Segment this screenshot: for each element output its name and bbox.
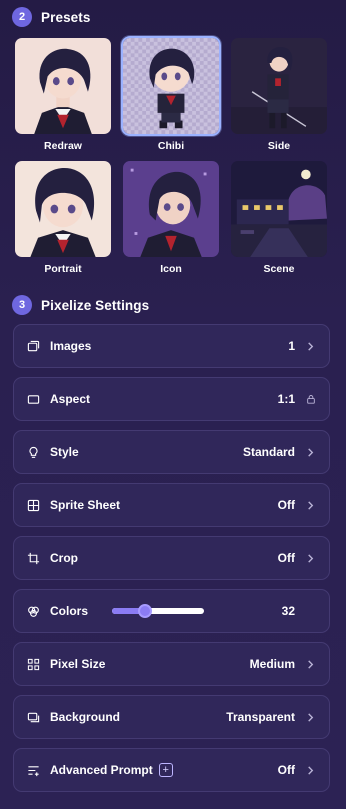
add-prompt-badge[interactable]: + [158,763,173,777]
setting-colors: Colors 32 [13,589,330,633]
background-icon [26,710,40,724]
preset-label: Side [267,140,291,152]
setting-label: Style [50,445,79,459]
setting-label: Aspect [50,392,91,406]
setting-value: 32 [281,604,295,618]
setting-style[interactable]: Style Standard [13,430,330,474]
aspect-icon [26,392,40,406]
preset-label: Icon [160,263,182,275]
colors-slider[interactable] [112,604,205,618]
preset-label: Scene [263,263,295,275]
section-title: Pixelize Settings [41,297,150,313]
setting-value: Off [277,551,295,565]
setting-label: Colors [50,604,89,618]
preset-thumbnail [13,159,113,259]
setting-sprite-sheet[interactable]: Sprite Sheet Off [13,483,330,527]
preset-label: Redraw [44,140,82,152]
setting-label: Crop [50,551,78,565]
setting-value: 1 [288,339,295,353]
setting-pixel-size[interactable]: Pixel Size Medium [13,642,330,686]
preset-label: Chibi [157,140,185,152]
preset-scene[interactable]: Scene [229,159,329,276]
section-title: Presets [41,9,91,25]
setting-crop[interactable]: Crop Off [13,536,330,580]
setting-value: Medium [249,657,295,671]
setting-label: Advanced Prompt [50,763,153,777]
setting-label: Pixel Size [50,657,106,671]
images-icon [26,339,40,353]
slider-handle[interactable] [138,604,153,618]
chevron-right-icon [303,551,317,565]
preset-chibi[interactable]: Chibi [121,36,221,153]
preset-thumbnail [13,36,113,136]
setting-value: Standard [242,445,295,459]
setting-value: Off [277,498,295,512]
setting-value: Off [277,763,295,777]
chevron-right-icon [303,763,317,777]
chevron-right-icon [303,498,317,512]
preset-thumbnail [121,159,221,259]
preset-portrait[interactable]: Portrait [13,159,113,276]
preset-redraw[interactable]: Redraw [13,36,113,153]
palette-icon [26,604,40,618]
chevron-right-icon [303,657,317,671]
preset-thumbnail [229,36,329,136]
lightbulb-icon [26,445,40,459]
lock-icon [305,393,317,405]
presets-grid: Redraw Chibi Side Portrait Icon Scene [13,36,331,276]
setting-advanced-prompt[interactable]: Advanced Prompt + Off [13,748,330,792]
settings-list: Images 1 Aspect 1:1 Style Standard Sprit… [13,324,330,792]
grid-icon [26,498,40,512]
preset-label: Portrait [44,263,82,275]
chevron-right-icon [303,339,317,353]
setting-value: Transparent [226,710,295,724]
preset-side[interactable]: Side [229,36,329,153]
settings-header: 3 Pixelize Settings [12,294,149,316]
chevron-right-icon [303,710,317,724]
step-badge: 3 [12,295,32,315]
setting-background[interactable]: Background Transparent [13,695,330,739]
presets-header: 2 Presets [12,6,91,28]
setting-label: Sprite Sheet [50,498,121,512]
preset-thumbnail [121,36,221,136]
preset-thumbnail [229,159,329,259]
setting-label: Background [50,710,121,724]
setting-images[interactable]: Images 1 [13,324,330,368]
setting-value: 1:1 [277,392,295,406]
setting-label: Images [50,339,92,353]
pixel-grid-icon [26,657,40,671]
preset-icon[interactable]: Icon [121,159,221,276]
step-badge: 2 [12,7,32,27]
crop-icon [26,551,40,565]
chevron-right-icon [303,445,317,459]
setting-aspect[interactable]: Aspect 1:1 [13,377,330,421]
prompt-icon [26,763,40,777]
